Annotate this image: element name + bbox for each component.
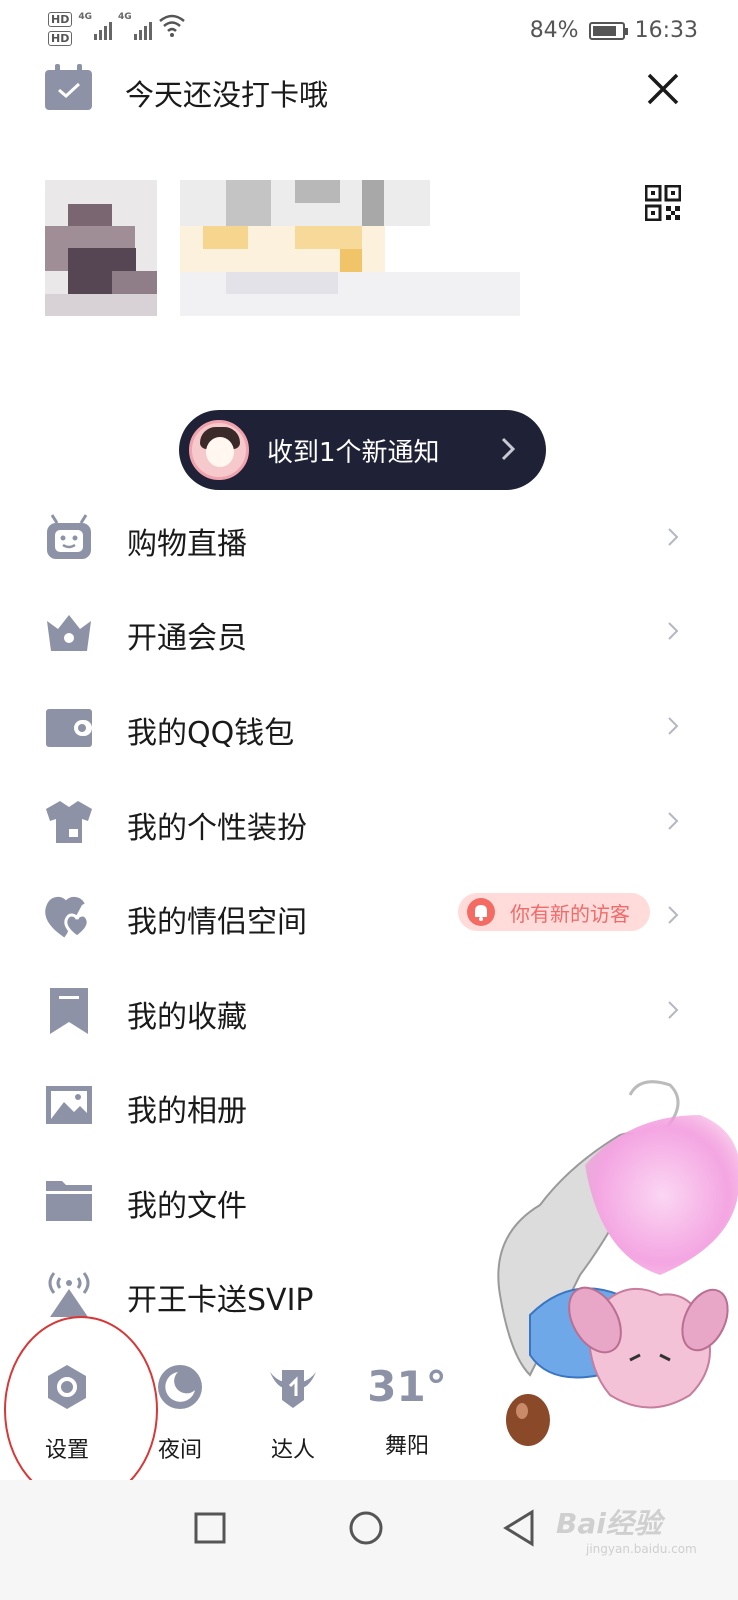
bookmark-icon — [50, 988, 88, 1034]
chevron-right-icon — [668, 528, 679, 546]
chevron-right-icon — [668, 622, 679, 640]
expert-label: 达人 — [270, 1438, 315, 1463]
broadcast-icon — [48, 1272, 90, 1317]
menu-label: 我的情侣空间 — [127, 905, 307, 940]
new-notification-pill[interactable]: 收到1个新通知 — [179, 410, 546, 490]
signal-icon-1: 4G — [78, 12, 112, 40]
winged-badge-icon — [270, 1370, 316, 1408]
chevron-right-icon — [501, 437, 516, 461]
menu-label: 开通会员 — [127, 621, 247, 656]
moon-icon — [158, 1365, 202, 1409]
clock: 16:33 — [634, 18, 698, 43]
visitor-badge-text: 你有新的访客 — [510, 901, 630, 926]
home-button[interactable] — [346, 1508, 386, 1548]
menu-label: 我的相册 — [127, 1094, 247, 1129]
battery-icon — [588, 21, 628, 40]
chevron-right-icon — [668, 906, 679, 924]
recent-apps-button[interactable] — [190, 1508, 230, 1548]
checkin-prompt[interactable]: 今天还没打卡哦 — [125, 72, 328, 114]
menu-item-favorites[interactable]: 我的收藏 — [0, 964, 738, 1058]
menu-label: 我的文件 — [127, 1189, 247, 1224]
close-icon — [647, 73, 679, 105]
menu-label: 我的QQ钱包 — [127, 716, 295, 751]
weather-button[interactable]: 31° 舞阳 — [362, 1362, 452, 1460]
status-right: 84% 16:33 — [530, 18, 698, 43]
signal-icon-2: 4G — [118, 12, 152, 40]
crown-icon — [47, 615, 91, 651]
qr-code-icon[interactable] — [645, 185, 681, 221]
menu-item-personal-dressup[interactable]: 我的个性装扮 — [0, 775, 738, 869]
menu-item-open-membership[interactable]: 开通会员 — [0, 585, 738, 679]
menu-item-shopping-live[interactable]: 购物直播 — [0, 491, 738, 585]
notification-avatar — [189, 420, 249, 480]
status-left: HD HD 4G 4G — [48, 12, 186, 46]
chevron-right-icon — [668, 1001, 679, 1019]
shirt-icon — [46, 801, 92, 843]
image-icon — [46, 1086, 92, 1124]
new-visitor-badge[interactable]: 你有新的访客 — [458, 893, 650, 931]
battery-percent: 84% — [529, 18, 579, 43]
tv-robot-icon — [47, 514, 91, 559]
wifi-icon — [158, 14, 185, 37]
back-button[interactable] — [500, 1508, 540, 1548]
menu-label: 开王卡送SVIP — [127, 1283, 314, 1318]
expert-button[interactable]: 达人 — [248, 1362, 338, 1464]
status-bar: HD HD 4G 4G 84% 16:33 — [0, 0, 738, 62]
close-button[interactable] — [640, 66, 686, 112]
annotation-circle — [4, 1316, 158, 1504]
calendar-check-icon[interactable] — [45, 64, 92, 110]
menu-label: 我的个性装扮 — [127, 811, 307, 846]
menu-item-qq-wallet[interactable]: 我的QQ钱包 — [0, 680, 738, 774]
temperature-value: 31° — [367, 1362, 447, 1411]
menu-item-couple-space[interactable]: 我的情侣空间 你有新的访客 — [0, 869, 738, 963]
notification-text: 收到1个新通知 — [267, 437, 440, 468]
bell-icon — [467, 898, 495, 926]
chevron-right-icon — [668, 812, 679, 830]
hearts-icon — [45, 896, 90, 939]
folder-icon — [46, 1181, 92, 1221]
menu-label: 我的收藏 — [127, 1000, 247, 1035]
wallet-icon — [46, 709, 92, 747]
character-decoration — [497, 1080, 738, 1446]
hd-badge-1: HD — [48, 12, 73, 27]
baidu-watermark: Bai经验 jingyan.baidu.com — [556, 1507, 697, 1556]
city-label: 舞阳 — [384, 1434, 429, 1459]
menu-label: 购物直播 — [127, 527, 247, 562]
hd-badge-2: HD — [48, 31, 73, 46]
chevron-right-icon — [668, 717, 679, 735]
